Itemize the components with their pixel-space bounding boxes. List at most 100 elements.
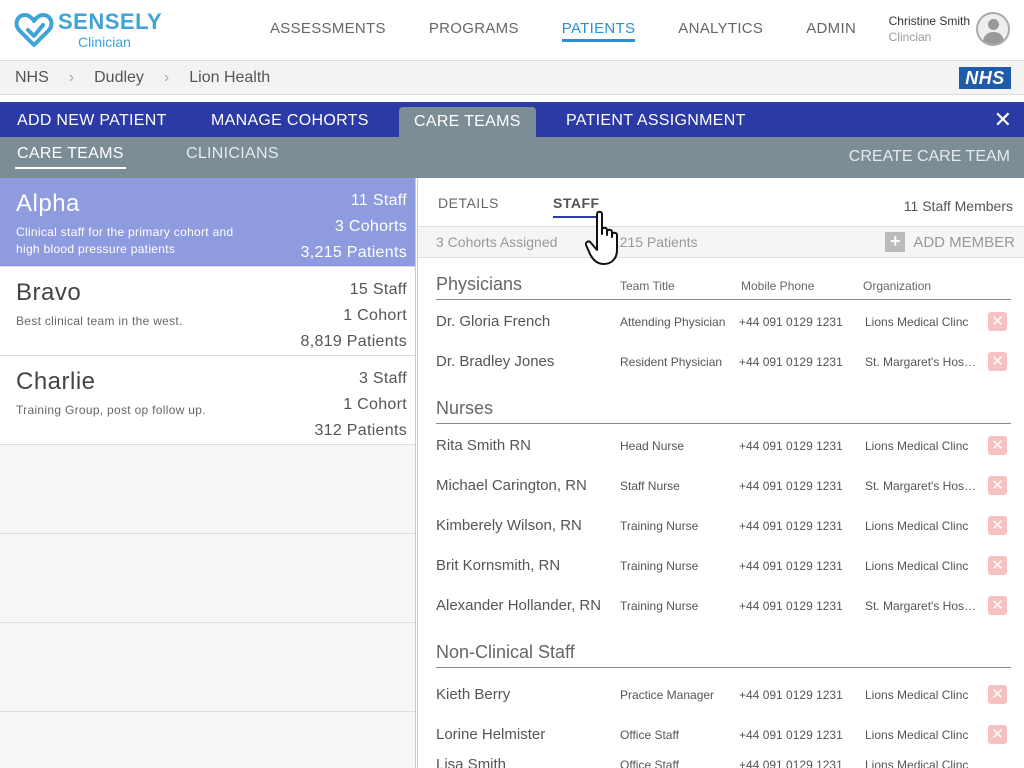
close-icon[interactable]: ✕ — [994, 107, 1012, 133]
nav-admin[interactable]: ADMIN — [806, 0, 856, 60]
staff-title: Training Nurse — [620, 559, 699, 573]
tab-staff[interactable]: STAFF — [553, 195, 600, 218]
team-item-alpha[interactable]: Alpha Clinical staff for the primary coh… — [0, 178, 415, 267]
staff-member-count: 11 Staff Members — [903, 198, 1013, 214]
column-header-organization: Organization — [863, 279, 932, 293]
staff-name: Kimberely Wilson, RN — [436, 517, 582, 534]
remove-member-icon[interactable]: ✕ — [988, 685, 1007, 704]
create-care-team-button[interactable]: CREATE CARE TEAM — [849, 148, 1010, 166]
remove-member-icon[interactable]: ✕ — [988, 312, 1007, 331]
staff-organization: Lions Medical Clinc — [865, 519, 969, 533]
group-header-physicians: Physicians Team Title Mobile Phone Organ… — [436, 274, 1011, 300]
team-description: Clinical staff for the primary cohort an… — [16, 225, 234, 256]
staff-row[interactable]: Rita Smith RN Head Nurse +44 091 0129 12… — [436, 427, 1014, 467]
staff-organization: St. Margaret's Hospital — [865, 355, 977, 369]
tab-care-teams[interactable]: CARE TEAMS — [399, 107, 536, 137]
staff-name: Michael Carington, RN — [436, 477, 587, 494]
staff-organization: St. Margaret's Hospital — [865, 479, 977, 493]
team-description: Training Group, post op follow up. — [16, 403, 206, 417]
staff-organization: Lions Medical Clinc — [865, 559, 969, 573]
staff-row[interactable]: Dr. Gloria French Attending Physician +4… — [436, 303, 1014, 343]
nav-assessments[interactable]: ASSESSMENTS — [270, 0, 386, 60]
breadcrumb: NHS › Dudley › Lion Health NHS — [0, 61, 1024, 95]
staff-row[interactable]: Michael Carington, RN Staff Nurse +44 09… — [436, 467, 1014, 507]
remove-member-icon[interactable]: ✕ — [988, 725, 1007, 744]
group-header-non-clinical: Non-Clinical Staff — [436, 642, 1011, 668]
remove-member-icon[interactable]: ✕ — [988, 476, 1007, 495]
staff-title: Office Staff — [620, 758, 679, 768]
nav-analytics[interactable]: ANALYTICS — [678, 0, 763, 60]
remove-member-icon[interactable]: ✕ — [988, 436, 1007, 455]
column-header-mobile-phone: Mobile Phone — [741, 279, 815, 293]
staff-phone: +44 091 0129 1231 — [739, 559, 843, 573]
staff-phone: +44 091 0129 1231 — [739, 355, 843, 369]
tab-add-new-patient[interactable]: ADD NEW PATIENT — [2, 102, 182, 137]
staff-row[interactable]: Kieth Berry Practice Manager +44 091 012… — [436, 676, 1014, 716]
staff-row[interactable]: Brit Kornsmith, RN Training Nurse +44 09… — [436, 547, 1014, 587]
staff-title: Head Nurse — [620, 439, 685, 453]
team-description: Best clinical team in the west. — [16, 314, 183, 328]
tab-manage-cohorts[interactable]: MANAGE COHORTS — [196, 102, 384, 137]
tab-patient-assignment[interactable]: PATIENT ASSIGNMENT — [551, 102, 761, 137]
remove-member-icon[interactable]: ✕ — [988, 556, 1007, 575]
avatar[interactable] — [976, 12, 1010, 46]
staff-organization: Lions Medical Clinc — [865, 439, 969, 453]
team-item-charlie[interactable]: Charlie Training Group, post op follow u… — [0, 356, 415, 445]
team-item-bravo[interactable]: Bravo Best clinical team in the west. 15… — [0, 267, 415, 356]
staff-name: Alexander Hollander, RN — [436, 597, 602, 614]
team-cohort-count: 3 Cohorts — [334, 218, 407, 235]
staff-phone: +44 091 0129 1231 — [739, 758, 843, 768]
chevron-right-icon: › — [68, 68, 75, 86]
column-header-team-title: Team Title — [620, 279, 675, 293]
breadcrumb-nhs[interactable]: NHS — [15, 69, 49, 87]
staff-title: Office Staff — [620, 728, 679, 742]
user-name: Christine Smith — [888, 14, 970, 28]
care-teams-subbar: CARE TEAMS CLINICIANS CREATE CARE TEAM — [0, 137, 1024, 178]
logo-brand: SENSELY — [58, 9, 163, 34]
user-role: Clincian — [888, 30, 932, 44]
add-member-label: ADD MEMBER — [913, 233, 1015, 251]
breadcrumb-dudley[interactable]: Dudley — [94, 69, 144, 87]
staff-phone: +44 091 0129 1231 — [739, 479, 843, 493]
staff-phone: +44 091 0129 1231 — [739, 519, 843, 533]
remove-member-icon[interactable]: ✕ — [988, 516, 1007, 535]
remove-member-icon[interactable]: ✕ — [988, 596, 1007, 615]
team-name: Bravo — [16, 279, 82, 306]
logo-subtitle: Clinician — [78, 34, 131, 50]
team-cohort-count: 1 Cohort — [343, 307, 407, 324]
nav-programs[interactable]: PROGRAMS — [429, 0, 519, 60]
plus-icon: + — [885, 232, 906, 252]
group-title: Non-Clinical Staff — [436, 642, 575, 662]
staff-phone: +44 091 0129 1231 — [739, 315, 843, 329]
staff-phone: +44 091 0129 1231 — [739, 688, 843, 702]
staff-title: Resident Physician — [620, 355, 723, 369]
staff-organization: Lions Medical Clinc — [865, 728, 969, 742]
add-member-button[interactable]: + ADD MEMBER — [885, 232, 1015, 252]
user-menu[interactable]: Christine Smith Clincian — [889, 12, 1010, 46]
staff-title: Practice Manager — [620, 688, 715, 702]
remove-member-icon[interactable]: ✕ — [988, 352, 1007, 371]
staff-row[interactable]: Lisa Smith Office Staff +44 091 0129 123… — [436, 750, 1014, 768]
subtab-clinicians[interactable]: CLINICIANS — [186, 145, 279, 163]
detail-tabs: DETAILS STAFF 11 Staff Members — [418, 178, 1024, 226]
empty-list-slot — [0, 445, 415, 534]
staff-row[interactable]: Alexander Hollander, RN Training Nurse +… — [436, 587, 1014, 627]
sensely-logo[interactable]: SENSELY Clinician — [14, 10, 174, 50]
main-nav: ASSESSMENTS PROGRAMS PATIENTS ANALYTICS … — [270, 0, 899, 60]
team-detail-panel: DETAILS STAFF 11 Staff Members 3 Cohorts… — [417, 178, 1024, 768]
team-name: Alpha — [16, 190, 80, 217]
top-header: SENSELY Clinician ASSESSMENTS PROGRAMS P… — [0, 0, 1024, 61]
group-title: Nurses — [436, 398, 494, 418]
heart-logo-icon — [14, 13, 54, 47]
staff-row[interactable]: Kimberely Wilson, RN Training Nurse +44 … — [436, 507, 1014, 547]
detail-summary-bar: 3 Cohorts Assigned 3,215 Patients + ADD … — [418, 226, 1024, 258]
tab-details[interactable]: DETAILS — [438, 195, 499, 211]
staff-title: Staff Nurse — [620, 479, 680, 493]
nav-patients[interactable]: PATIENTS — [561, 0, 636, 60]
breadcrumb-lion-health[interactable]: Lion Health — [189, 69, 270, 87]
team-staff-count: 3 Staff — [358, 370, 407, 387]
staff-row[interactable]: Dr. Bradley Jones Resident Physician +44… — [436, 343, 1014, 383]
staff-name: Kieth Berry — [436, 686, 511, 703]
subtab-care-teams[interactable]: CARE TEAMS — [15, 145, 126, 169]
team-patient-count: 3,215 Patients — [300, 244, 407, 261]
